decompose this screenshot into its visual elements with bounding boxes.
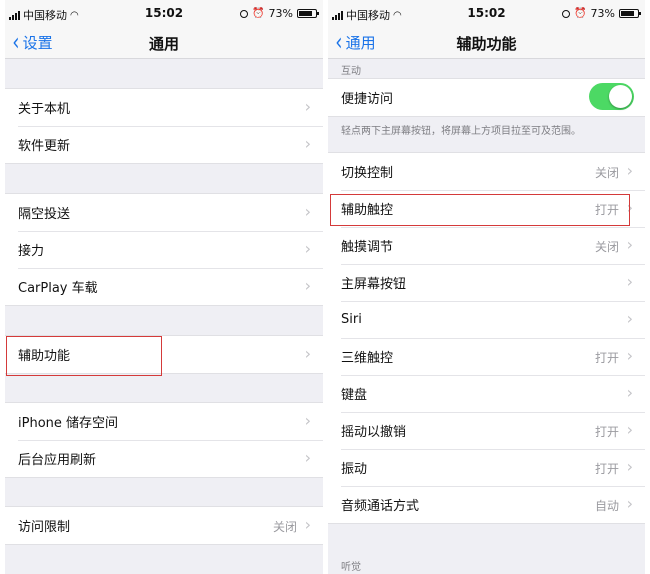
chevron-right-icon: › (304, 515, 311, 534)
section-header-hearing: 听觉 (341, 562, 361, 573)
battery-percent: 73% (268, 7, 293, 20)
reachability-footer: 轻点两下主屏幕按钮，将屏幕上方项目拉至可及范围。 (341, 126, 581, 137)
chevron-right-icon: › (626, 161, 633, 180)
list-item-software-update[interactable]: 软件更新 › (5, 126, 323, 163)
list-item-touch-accommodations[interactable]: 触摸调节 关闭 › (328, 227, 645, 264)
battery-icon (297, 9, 319, 18)
list-item-home-button[interactable]: 主屏幕按钮 › (328, 264, 645, 301)
rotation-lock-icon (562, 9, 571, 18)
right-screen-accessibility: 中国移动 ◠ 15:02 ⏰ 73% ‹ 通用 辅助功能 互动 便捷访问 轻点两… (328, 0, 645, 574)
list-item-3d-touch[interactable]: 三维触控 打开 › (328, 338, 645, 375)
list-item-siri[interactable]: Siri › (328, 301, 645, 338)
group-reachability: 便捷访问 (328, 78, 645, 117)
list-item-background-refresh[interactable]: 后台应用刷新 › (5, 440, 323, 477)
list-item-keyboard[interactable]: 键盘 › (328, 375, 645, 412)
list-item-accessibility[interactable]: 辅助功能 › (5, 336, 323, 373)
list-item-handoff[interactable]: 接力 › (5, 231, 323, 268)
chevron-right-icon: › (304, 202, 311, 221)
row-value: 打开 (594, 351, 619, 365)
group-about: 关于本机 › 软件更新 › (5, 88, 323, 164)
navigation-bar: ‹ 通用 辅助功能 (328, 26, 645, 59)
row-value: 自动 (594, 499, 619, 513)
group-restrictions: 访问限制 关闭 › (5, 506, 323, 545)
row-value: 打开 (594, 462, 619, 476)
list-item-airdrop[interactable]: 隔空投送 › (5, 194, 323, 231)
chevron-right-icon: › (626, 235, 633, 254)
list-item-iphone-storage[interactable]: iPhone 储存空间 › (5, 403, 323, 440)
list-item-vibration[interactable]: 振动 打开 › (328, 449, 645, 486)
row-value: 关闭 (594, 166, 619, 180)
chevron-right-icon: › (626, 457, 633, 476)
chevron-right-icon: › (304, 448, 311, 467)
chevron-right-icon: › (626, 198, 633, 217)
list-item-call-audio-routing[interactable]: 音频通话方式 自动 › (328, 486, 645, 523)
chevron-right-icon: › (304, 276, 311, 295)
group-continuity: 隔空投送 › 接力 › CarPlay 车载 › (5, 193, 323, 306)
chevron-right-icon: › (304, 239, 311, 258)
chevron-right-icon: › (626, 383, 633, 402)
toggle-knob (609, 85, 632, 108)
rotation-lock-icon (240, 9, 249, 18)
reachability-toggle[interactable] (589, 83, 634, 110)
row-value: 打开 (594, 425, 619, 439)
list-item-carplay[interactable]: CarPlay 车载 › (5, 268, 323, 305)
chevron-right-icon: › (304, 344, 311, 363)
alarm-icon: ⏰ (252, 8, 265, 19)
section-header-interaction: 互动 (341, 66, 361, 77)
list-item-switch-control[interactable]: 切换控制 关闭 › (328, 153, 645, 190)
chevron-right-icon: › (304, 97, 311, 116)
navigation-bar: ‹ 设置 通用 (5, 26, 323, 59)
chevron-right-icon: › (626, 420, 633, 439)
left-screen-general: 中国移动 ◠ 15:02 ⏰ 73% ‹ 设置 通用 关于本机 › 软件更新 › 隔… (5, 0, 323, 574)
list-item-about[interactable]: 关于本机 › (5, 89, 323, 126)
list-item-restrictions[interactable]: 访问限制 关闭 › (5, 507, 323, 544)
status-bar: 中国移动 ◠ 15:02 ⏰ 73% (328, 0, 645, 26)
row-value: 打开 (594, 203, 619, 217)
page-title: 通用 (148, 35, 179, 53)
chevron-right-icon: › (626, 346, 633, 365)
chevron-right-icon: › (626, 272, 633, 291)
battery-icon (619, 9, 641, 18)
list-item-reachability: 便捷访问 (328, 79, 645, 116)
list-item-assistive-touch[interactable]: 辅助触控 打开 › (328, 190, 645, 227)
chevron-right-icon: › (304, 134, 311, 153)
list-item-shake-to-undo[interactable]: 摇动以撤销 打开 › (328, 412, 645, 449)
page-title: 辅助功能 (456, 35, 517, 53)
status-bar: 中国移动 ◠ 15:02 ⏰ 73% (5, 0, 323, 26)
group-accessibility: 辅助功能 › (5, 335, 323, 374)
alarm-icon: ⏰ (574, 8, 587, 19)
group-storage: iPhone 储存空间 › 后台应用刷新 › (5, 402, 323, 478)
chevron-right-icon: › (304, 411, 311, 430)
group-accessibility-options: 切换控制 关闭 › 辅助触控 打开 › 触摸调节 关闭 › 主屏幕按钮 › Siri › 三维触… (328, 152, 645, 524)
battery-percent: 73% (590, 7, 615, 20)
restrictions-value: 关闭 (272, 520, 297, 534)
chevron-right-icon: › (626, 494, 633, 513)
chevron-right-icon: › (626, 309, 633, 328)
row-value: 关闭 (594, 240, 619, 254)
